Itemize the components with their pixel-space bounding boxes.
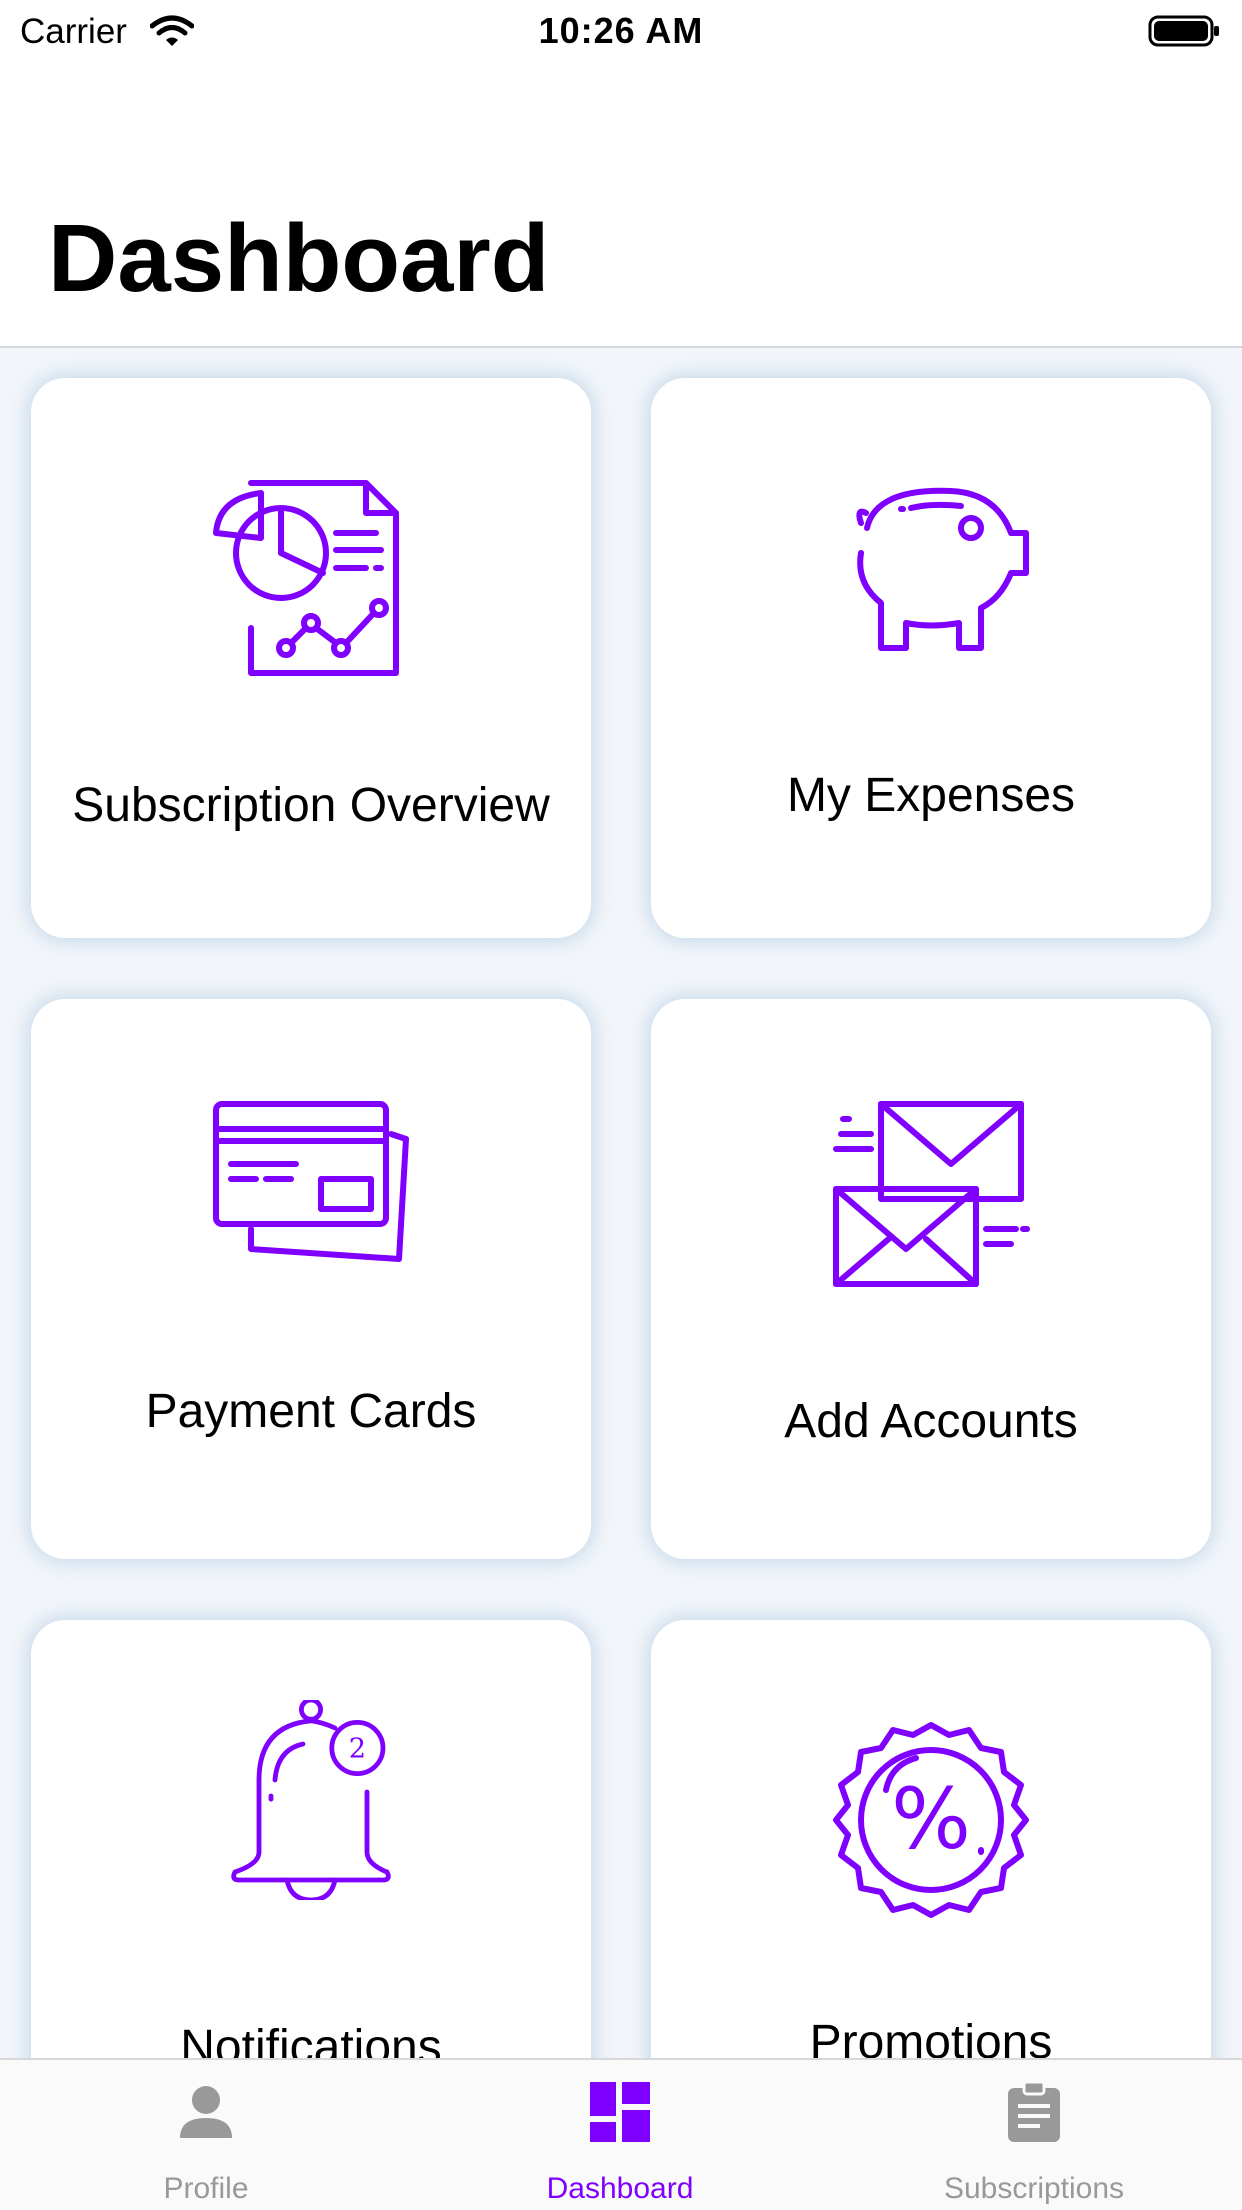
tab-subscriptions[interactable]: Subscriptions	[884, 2060, 1184, 2210]
tab-label: Profile	[163, 2172, 249, 2205]
tile-add-accounts[interactable]: Add Accounts	[651, 999, 1211, 1559]
battery-full-icon	[1148, 15, 1219, 47]
tile-promotions[interactable]: % Promotions	[651, 1620, 1211, 2058]
dashboard-grid-icon	[590, 2082, 650, 2142]
tile-label: Payment Cards	[145, 1385, 477, 1438]
clock-time: 10:26 AM	[538, 10, 704, 51]
tab-profile[interactable]: Profile	[56, 2060, 356, 2210]
tile-label: Add Accounts	[784, 1395, 1078, 1448]
tab-label: Subscriptions	[943, 2172, 1125, 2205]
tab-label: Dashboard	[546, 2172, 694, 2205]
navigation-header: Dashboard	[0, 64, 1242, 348]
credit-cards-icon	[213, 1101, 409, 1262]
percent-symbol: %	[891, 1770, 971, 1868]
discount-badge-icon: %	[833, 1722, 1029, 1918]
piggy-bank-icon	[856, 487, 1029, 651]
tile-notifications[interactable]: 2 Notifications	[31, 1620, 591, 2058]
dashboard-grid: Subscription Overview My Expenses Paymen…	[0, 348, 1242, 2058]
notification-badge-count: 2	[349, 1734, 366, 1765]
tile-my-expenses[interactable]: My Expenses	[651, 378, 1211, 938]
tile-label: Promotions	[809, 2016, 1053, 2058]
bell-badge-icon: 2	[231, 1700, 391, 1900]
tile-subscription-overview[interactable]: Subscription Overview	[31, 378, 591, 938]
tile-payment-cards[interactable]: Payment Cards	[31, 999, 591, 1559]
tile-label: Subscription Overview	[72, 779, 550, 832]
report-chart-icon	[213, 480, 399, 676]
clipboard-icon	[1008, 2080, 1060, 2142]
status-bar: Carrier 10:26 AM	[0, 0, 1242, 64]
tile-label: My Expenses	[786, 769, 1076, 822]
tab-bar: Profile Dashboard Subscriptions	[0, 2058, 1242, 2210]
page-title: Dashboard	[48, 205, 550, 312]
person-icon	[180, 2086, 232, 2138]
envelopes-icon	[833, 1101, 1030, 1287]
tile-label: Notifications	[180, 2021, 442, 2058]
tab-dashboard[interactable]: Dashboard	[470, 2060, 770, 2210]
